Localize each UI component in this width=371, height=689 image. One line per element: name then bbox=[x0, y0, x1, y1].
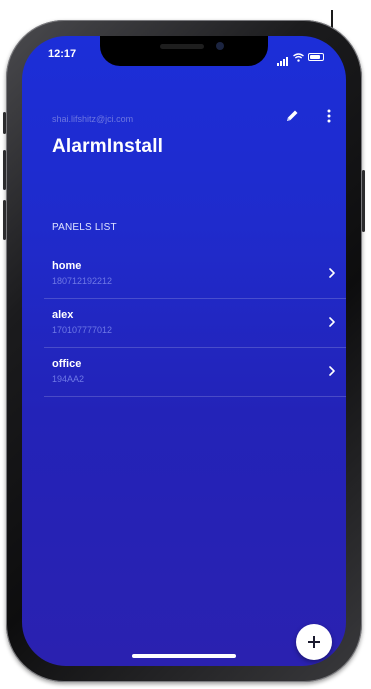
panel-id: 180712192212 bbox=[52, 276, 113, 286]
panel-name: alex bbox=[52, 309, 74, 321]
app-title: AlarmInstall bbox=[52, 136, 164, 157]
panel-name: home bbox=[52, 260, 82, 272]
add-panel-button[interactable] bbox=[296, 624, 332, 660]
status-time: 12:17 bbox=[48, 48, 77, 60]
panels-list-header: PANELS LIST bbox=[52, 222, 117, 233]
power-button bbox=[362, 170, 365, 232]
front-camera bbox=[216, 42, 224, 50]
volume-down-button bbox=[3, 200, 6, 240]
panel-name: office bbox=[52, 358, 82, 370]
battery-icon bbox=[308, 53, 324, 61]
chevron-right-icon bbox=[329, 268, 335, 278]
panel-item-office[interactable]: office 194AA2 bbox=[44, 348, 346, 397]
speaker-grille bbox=[160, 44, 204, 49]
phone-frame: 12:17 shai.lifshitz@jci.com AlarmInstall… bbox=[3, 20, 365, 682]
notch bbox=[100, 36, 268, 66]
app-screen: 12:17 shai.lifshitz@jci.com AlarmInstall… bbox=[22, 36, 346, 666]
panel-item-home[interactable]: home 180712192212 bbox=[44, 250, 346, 299]
panel-id: 194AA2 bbox=[52, 374, 85, 384]
volume-up-button bbox=[3, 150, 6, 190]
plus-icon bbox=[308, 636, 320, 648]
more-vertical-icon[interactable] bbox=[326, 108, 332, 124]
panel-id: 170107777012 bbox=[52, 325, 113, 335]
account-email: shai.lifshitz@jci.com bbox=[52, 114, 134, 124]
wifi-icon bbox=[293, 52, 304, 62]
status-icons bbox=[277, 48, 324, 66]
panels-list: home 180712192212 alex 170107777012 offi… bbox=[44, 250, 346, 397]
pencil-icon[interactable] bbox=[284, 108, 300, 124]
stage: 12:17 shai.lifshitz@jci.com AlarmInstall… bbox=[0, 0, 371, 689]
panel-item-alex[interactable]: alex 170107777012 bbox=[44, 299, 346, 348]
chevron-right-icon bbox=[329, 366, 335, 376]
silent-switch bbox=[3, 112, 6, 134]
signal-icon bbox=[277, 48, 289, 66]
home-indicator[interactable] bbox=[132, 654, 236, 658]
chevron-right-icon bbox=[329, 317, 335, 327]
